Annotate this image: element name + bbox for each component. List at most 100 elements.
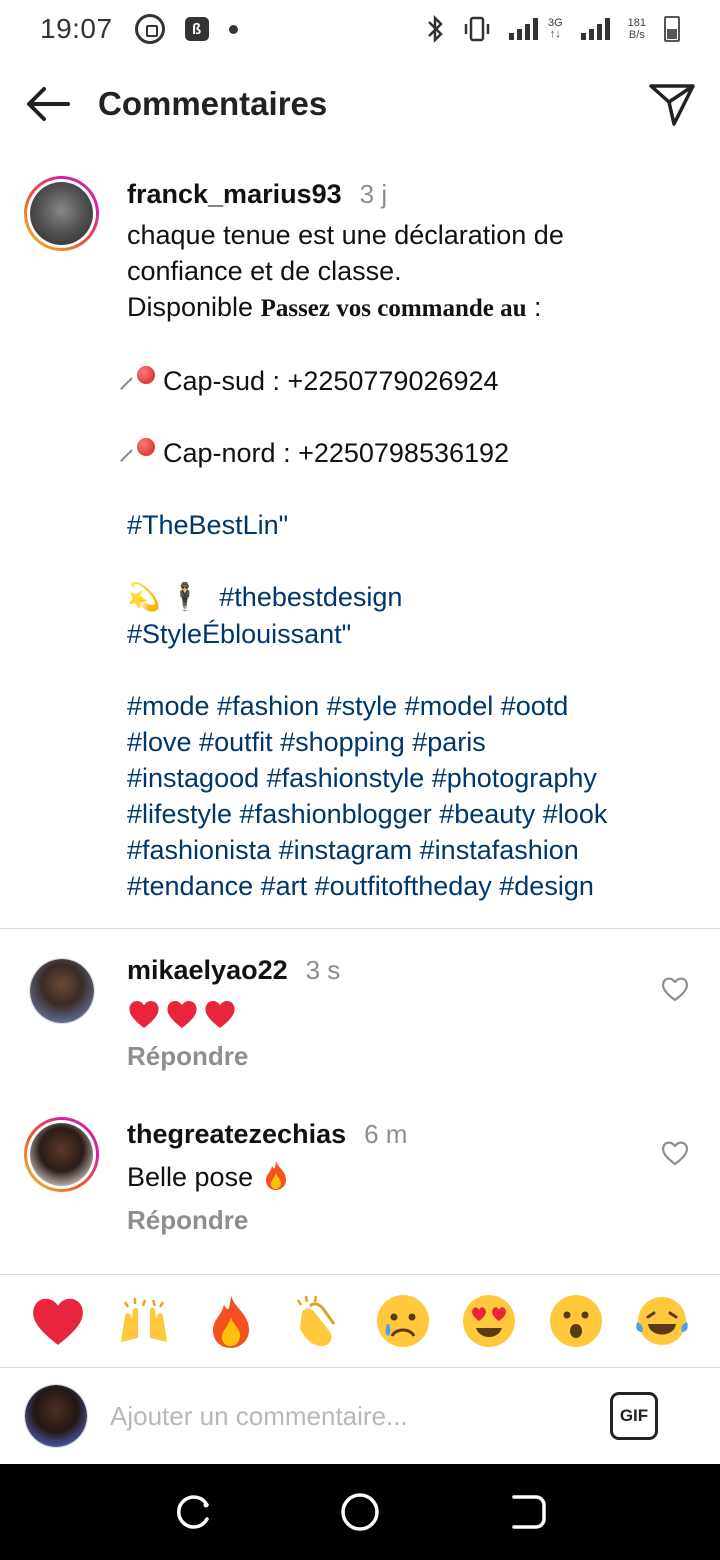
b-app-icon: ß: [184, 17, 209, 41]
comment-text: Belle pose 🔥: [127, 1159, 687, 1195]
system-nav-bar: [0, 1464, 720, 1560]
reaction-heart-eyes[interactable]: 😍: [459, 1291, 519, 1351]
network-type: 3G ↑↓: [548, 18, 563, 40]
bluetooth-icon: [428, 15, 443, 43]
caption-divider: [0, 928, 720, 929]
hashtags-line-2[interactable]: #love #outfit #shopping #paris: [127, 724, 687, 760]
hashtag-thebestdesign[interactable]: #thebestdesign: [219, 582, 402, 612]
red-heart-emoji: [167, 1000, 197, 1028]
reaction-clapping[interactable]: 👏: [287, 1291, 347, 1351]
hashtags-line-1[interactable]: #mode #fashion #style #model #ootd: [127, 688, 687, 724]
comment-input[interactable]: [110, 1400, 570, 1432]
net-speed-unit: B/s: [628, 29, 645, 41]
hashtags-line-5[interactable]: #fashionista #instagram #instafashion: [127, 832, 687, 868]
comment-username[interactable]: thegreatezechias: [127, 1119, 346, 1149]
signal-strength-icon: [508, 18, 538, 40]
caption-avatar[interactable]: [24, 176, 99, 251]
reaction-heart[interactable]: ❤️: [28, 1291, 88, 1351]
status-time: 19:07: [40, 13, 113, 44]
red-heart-emoji: [33, 1298, 83, 1345]
caption-line-3-prefix: Disponible: [127, 292, 261, 322]
fire-emoji: [212, 1295, 249, 1348]
pushpin-icon: [127, 364, 157, 394]
crying-face-emoji: [377, 1295, 430, 1347]
raising-hands-emoji: [121, 1298, 168, 1342]
caption-line-3: Disponible Passez vos commande au :: [127, 289, 687, 327]
caption-username[interactable]: franck_marius93: [127, 179, 342, 209]
paper-plane-icon: [649, 84, 695, 126]
cap-sud-line: Cap-sud : +2250779026924: [127, 363, 687, 399]
gif-button[interactable]: GIF: [610, 1392, 658, 1440]
current-user-avatar: [24, 1384, 88, 1448]
comment-body: mikaelyao22 3 s ❤️❤️❤️ Répondre: [127, 954, 687, 1072]
battery-icon: [664, 16, 680, 42]
comment-time: 3 s: [305, 955, 341, 985]
page-title: Commentaires: [98, 85, 328, 122]
comment-avatar[interactable]: [24, 1117, 99, 1192]
recent-apps-icon: [177, 1495, 210, 1529]
reaction-crying[interactable]: 😢: [373, 1291, 433, 1351]
heart-outline-icon[interactable]: [660, 1138, 690, 1168]
surprised-face-emoji: [549, 1295, 602, 1347]
back-button[interactable]: [3, 62, 93, 146]
header: Commentaires: [0, 62, 720, 146]
comment-text-body: Belle pose: [127, 1162, 254, 1192]
comment-username[interactable]: mikaelyao22: [127, 955, 288, 985]
caption-body: franck_marius93 3 j chaque tenue est une …: [127, 178, 687, 904]
bestdesign-line: 💫 🕴 #thebestdesign: [127, 579, 687, 616]
clapping-hands-emoji: [296, 1295, 336, 1346]
avatar-photo: [30, 959, 94, 1023]
caption-line-3-bold: Passez vos commande au: [260, 295, 527, 322]
recent-apps-button[interactable]: [163, 1482, 223, 1542]
tears-of-joy-emoji: [636, 1297, 688, 1345]
status-bar: 19:07 ß 3G ↑↓ 181 B/s: [0, 0, 720, 58]
comment-composer: GIF: [0, 1368, 720, 1464]
quick-reactions-bar: ❤️ 🙌 🔥 👏 😢 😍 😮 😂: [0, 1274, 720, 1368]
home-button[interactable]: [330, 1482, 390, 1542]
avatar-photo: [25, 1385, 87, 1447]
comment-body: thegreatezechias 6 m Belle pose 🔥 Répondr…: [127, 1118, 687, 1236]
cap-sud-text: Cap-sud : +2250779026924: [163, 366, 499, 396]
cap-nord-text: Cap-nord : +2250798536192: [163, 438, 510, 468]
more-notifications-icon: [228, 24, 238, 34]
reaction-tears-of-joy[interactable]: 😂: [632, 1291, 692, 1351]
heart-eyes-emoji: [463, 1295, 516, 1347]
red-heart-emoji: [129, 1000, 159, 1028]
hashtags-line-3[interactable]: #instagood #fashionstyle #photography: [127, 760, 687, 796]
hashtag-thebestlin[interactable]: #TheBestLin": [127, 507, 687, 543]
back-nav-icon: [511, 1495, 546, 1529]
data-arrows-icon: ↑↓: [549, 28, 561, 40]
pushpin-icon: [127, 436, 157, 466]
net-speed: 181 B/s: [628, 17, 646, 41]
hashtag-styleeblouissant[interactable]: #StyleÉblouissant": [127, 616, 687, 652]
reaction-raising-hands[interactable]: 🙌: [114, 1291, 174, 1351]
heart-outline-icon[interactable]: [660, 974, 690, 1004]
cap-nord-line: Cap-nord : +2250798536192: [127, 435, 687, 471]
back-nav-button[interactable]: [497, 1482, 557, 1542]
hashtags-line-4[interactable]: #lifestyle #fashionblogger #beauty #look: [127, 796, 687, 832]
comment-avatar[interactable]: [29, 958, 95, 1024]
avatar-photo: [30, 182, 93, 245]
whatsapp-icon: [134, 14, 165, 44]
reply-button[interactable]: Répondre: [127, 1205, 248, 1235]
reaction-surprised[interactable]: 😮: [546, 1291, 606, 1351]
levitating-man-emoji: 🕴: [168, 582, 202, 613]
dizzy-emoji: 💫: [127, 582, 161, 613]
net-speed-value: 181: [627, 17, 646, 29]
caption-line-1: chaque tenue est une déclaration de: [127, 220, 564, 250]
reaction-fire[interactable]: 🔥: [201, 1291, 261, 1351]
hashtags-line-6[interactable]: #tendance #art #outfitoftheday #design: [127, 868, 687, 904]
share-button[interactable]: [646, 78, 698, 130]
comment-time: 6 m: [364, 1119, 408, 1149]
reply-button[interactable]: Répondre: [127, 1041, 248, 1071]
caption-time: 3 j: [359, 179, 388, 209]
vibrate-icon: [464, 16, 490, 42]
arrow-left-icon: [27, 87, 70, 121]
home-circle-icon: [341, 1493, 379, 1531]
fire-emoji-icon: [265, 1161, 286, 1190]
comment-text: ❤️❤️❤️: [127, 997, 687, 1031]
caption-line-3-suffix: :: [526, 292, 542, 322]
avatar-photo: [30, 1123, 93, 1186]
signal-strength-2-icon: [580, 18, 610, 40]
red-heart-emoji: [205, 1000, 235, 1028]
